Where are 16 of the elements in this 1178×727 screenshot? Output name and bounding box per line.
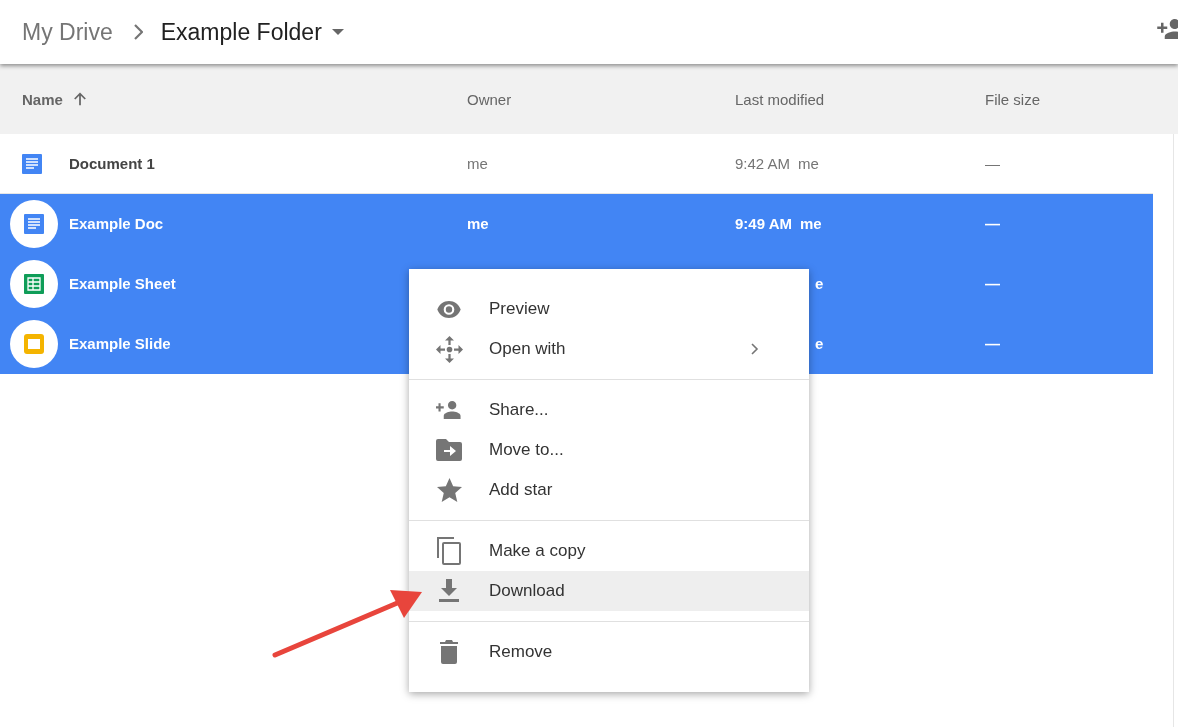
modified-by: e — [815, 335, 824, 352]
file-name: Example Slide — [69, 335, 171, 352]
modified-by: e — [815, 275, 824, 292]
file-name: Example Sheet — [69, 275, 176, 292]
file-size: — — [985, 215, 1000, 232]
file-size: — — [985, 275, 1000, 292]
file-size: — — [985, 155, 1000, 172]
modified-by: me — [799, 215, 822, 232]
file-name: Example Doc — [69, 215, 164, 232]
file-size: — — [985, 335, 1000, 352]
file-name: Document 1 — [69, 155, 155, 172]
modified-by: me — [798, 155, 819, 172]
owner-text: me — [467, 215, 489, 232]
owner-text: me — [467, 155, 488, 172]
modified-time: 9:49 AM — [735, 215, 792, 232]
modified-time: 9:42 AM — [735, 155, 791, 172]
